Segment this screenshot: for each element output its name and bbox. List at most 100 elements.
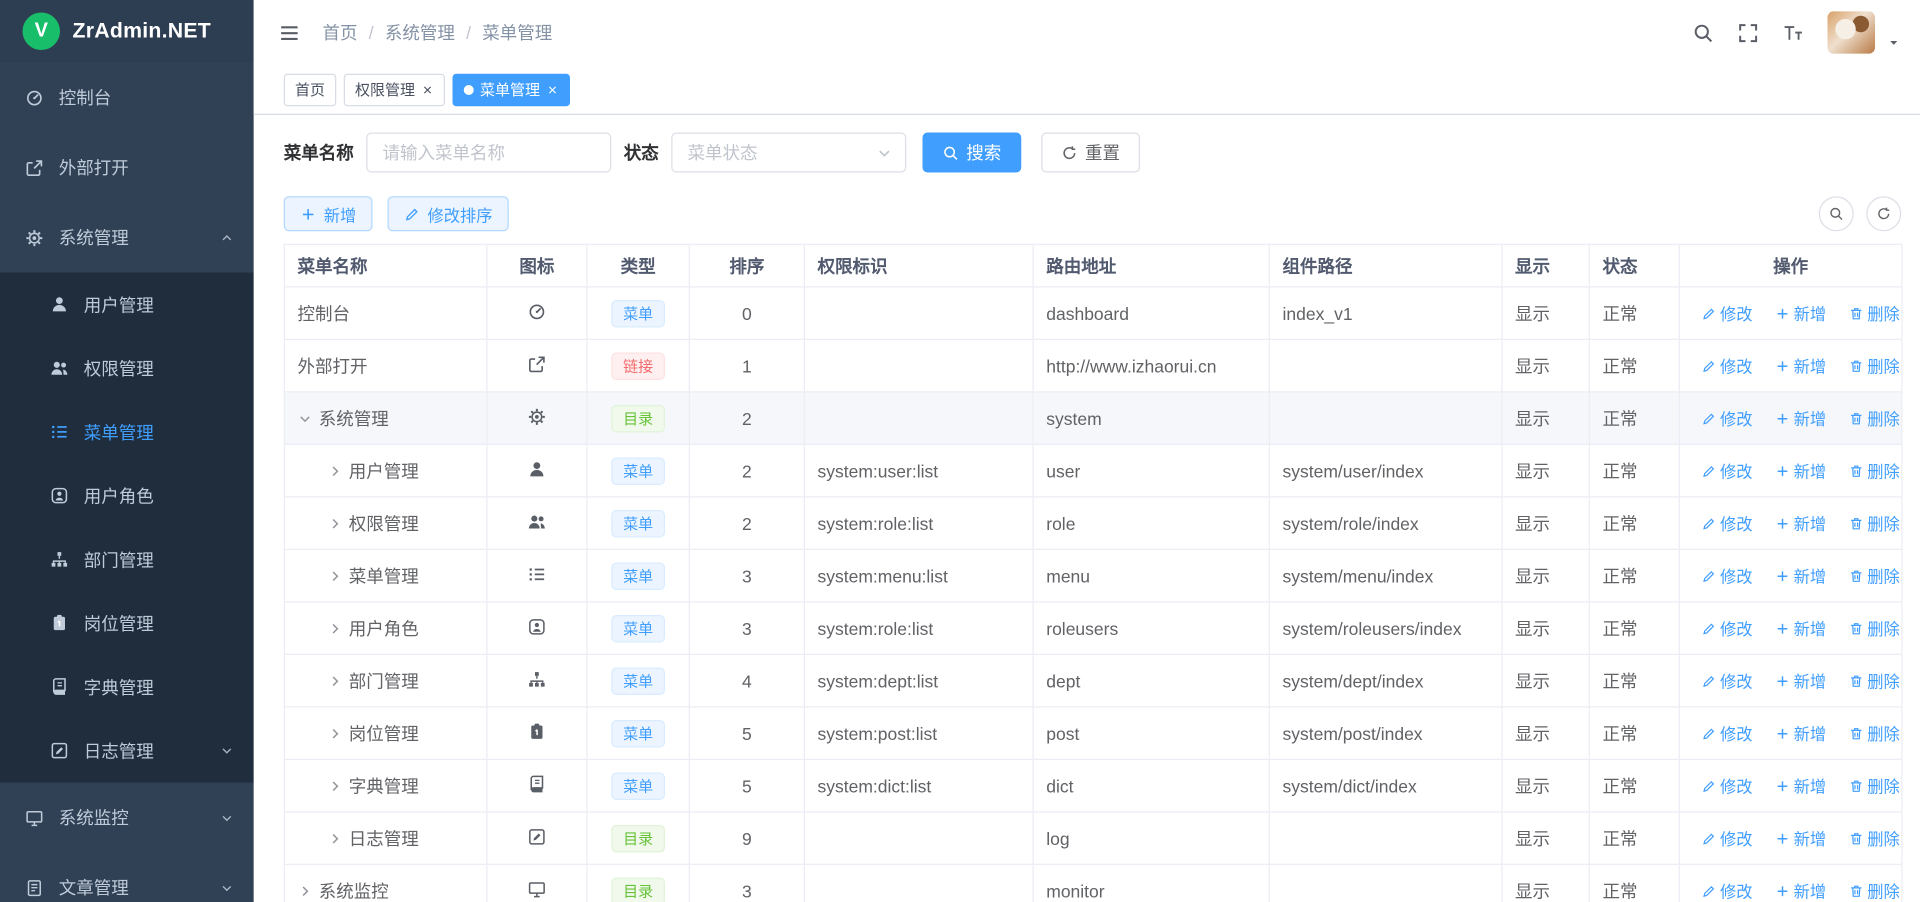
sidebar-item-9[interactable]: 字典管理 xyxy=(0,655,254,719)
toggle-search-button[interactable] xyxy=(1819,196,1854,231)
edit-row-button[interactable]: 修改 xyxy=(1701,774,1752,798)
delete-row-button[interactable]: 删除 xyxy=(1849,774,1900,798)
user-avatar[interactable] xyxy=(1828,11,1876,54)
edit-row-button[interactable]: 修改 xyxy=(1701,721,1752,745)
add-row-button[interactable]: 新增 xyxy=(1775,354,1826,378)
sidebar-toggle-icon[interactable] xyxy=(279,22,300,43)
search-button[interactable]: 搜索 xyxy=(923,133,1022,173)
route-value: http://www.izhaorui.cn xyxy=(1033,339,1269,392)
breadcrumb-system[interactable]: 系统管理 xyxy=(358,20,455,45)
delete-row-button[interactable]: 删除 xyxy=(1849,669,1900,693)
sort-button[interactable]: 修改排序 xyxy=(388,196,509,231)
log-edit-icon xyxy=(528,827,547,846)
add-label: 新增 xyxy=(1794,406,1827,430)
delete-row-button[interactable]: 删除 xyxy=(1849,616,1900,640)
add-row-button[interactable]: 新增 xyxy=(1775,879,1826,902)
sidebar-item-2[interactable]: 系统管理 xyxy=(0,203,254,273)
app-logo[interactable]: V ZrAdmin.NET xyxy=(0,0,254,63)
chevron-right-icon[interactable] xyxy=(328,831,343,846)
status-select[interactable]: 菜单状态 xyxy=(671,133,906,173)
log-edit-icon xyxy=(50,741,69,760)
edit-row-button[interactable]: 修改 xyxy=(1701,301,1752,325)
edit-row-button[interactable]: 修改 xyxy=(1701,459,1752,483)
add-row-button[interactable]: 新增 xyxy=(1775,406,1826,430)
chevron-right-icon[interactable] xyxy=(328,568,343,583)
add-row-button[interactable]: 新增 xyxy=(1775,669,1826,693)
status-value: 正常 xyxy=(1589,497,1679,550)
close-tab-icon[interactable] xyxy=(421,83,434,96)
component-value: system/user/index xyxy=(1269,444,1502,497)
edit-row-button[interactable]: 修改 xyxy=(1701,354,1752,378)
edit-row-button[interactable]: 修改 xyxy=(1701,511,1752,535)
user-menu-caret-icon[interactable] xyxy=(1888,36,1901,49)
chevron-right-icon[interactable] xyxy=(328,621,343,636)
edit-row-button[interactable]: 修改 xyxy=(1701,406,1752,430)
sidebar-item-5[interactable]: 菜单管理 xyxy=(0,400,254,464)
add-row-button[interactable]: 新增 xyxy=(1775,774,1826,798)
add-row-button[interactable]: 新增 xyxy=(1775,721,1826,745)
refresh-table-button[interactable] xyxy=(1866,196,1901,231)
post-badge-icon xyxy=(528,722,547,741)
sidebar-item-12[interactable]: 文章管理 xyxy=(0,853,254,902)
close-tab-icon[interactable] xyxy=(546,83,559,96)
edit-icon xyxy=(1701,358,1716,373)
perm-value xyxy=(804,812,1033,865)
font-size-icon[interactable] xyxy=(1783,22,1804,43)
menu-table: 菜单名称 图标 类型 排序 权限标识 路由地址 组件路径 显示 状态 操作 xyxy=(284,244,1903,902)
sidebar-item-6[interactable]: 用户角色 xyxy=(0,464,254,528)
breadcrumb-home[interactable]: 首页 xyxy=(323,20,358,45)
fullscreen-icon[interactable] xyxy=(1738,22,1759,43)
chevron-right-icon[interactable] xyxy=(328,778,343,793)
sidebar-item-10[interactable]: 日志管理 xyxy=(0,719,254,783)
delete-row-button[interactable]: 删除 xyxy=(1849,459,1900,483)
delete-row-button[interactable]: 删除 xyxy=(1849,721,1900,745)
chevron-right-icon[interactable] xyxy=(328,463,343,478)
edit-row-button[interactable]: 修改 xyxy=(1701,616,1752,640)
chevron-down-icon[interactable] xyxy=(298,411,313,426)
edit-row-button[interactable]: 修改 xyxy=(1701,669,1752,693)
edit-label: 修改 xyxy=(1720,511,1753,535)
add-row-button[interactable]: 新增 xyxy=(1775,459,1826,483)
delete-row-button[interactable]: 删除 xyxy=(1849,826,1900,850)
delete-row-button[interactable]: 删除 xyxy=(1849,879,1900,902)
menu-name-input[interactable] xyxy=(366,133,611,173)
add-row-button[interactable]: 新增 xyxy=(1775,511,1826,535)
reset-button[interactable]: 重置 xyxy=(1041,133,1140,173)
status-label: 状态 xyxy=(624,140,659,165)
delete-row-button[interactable]: 删除 xyxy=(1849,354,1900,378)
trash-icon xyxy=(1849,831,1864,846)
chevron-right-icon[interactable] xyxy=(328,726,343,741)
delete-row-button[interactable]: 删除 xyxy=(1849,406,1900,430)
chevron-right-icon[interactable] xyxy=(328,673,343,688)
chevron-right-icon[interactable] xyxy=(328,516,343,531)
sidebar-item-3[interactable]: 用户管理 xyxy=(0,273,254,337)
tab-item-0[interactable]: 首页 xyxy=(284,73,337,106)
tab-label: 菜单管理 xyxy=(480,79,540,100)
sidebar-item-4[interactable]: 权限管理 xyxy=(0,336,254,400)
sidebar-item-label: 外部打开 xyxy=(59,155,129,180)
add-row-button[interactable]: 新增 xyxy=(1775,564,1826,588)
sidebar-item-0[interactable]: 控制台 xyxy=(0,63,254,133)
tab-item-1[interactable]: 权限管理 xyxy=(344,73,445,106)
header-search-icon[interactable] xyxy=(1693,22,1714,43)
add-row-button[interactable]: 新增 xyxy=(1775,826,1826,850)
edit-row-button[interactable]: 修改 xyxy=(1701,879,1752,902)
delete-label: 删除 xyxy=(1867,879,1900,902)
delete-row-button[interactable]: 删除 xyxy=(1849,301,1900,325)
order-value: 2 xyxy=(689,444,804,497)
add-button[interactable]: 新增 xyxy=(284,196,373,231)
sidebar-item-1[interactable]: 外部打开 xyxy=(0,133,254,203)
col-menu-name: 菜单名称 xyxy=(284,244,487,287)
add-row-button[interactable]: 新增 xyxy=(1775,616,1826,640)
add-row-button[interactable]: 新增 xyxy=(1775,301,1826,325)
chevron-right-icon[interactable] xyxy=(298,883,313,898)
route-value: dashboard xyxy=(1033,287,1269,340)
edit-row-button[interactable]: 修改 xyxy=(1701,826,1752,850)
edit-row-button[interactable]: 修改 xyxy=(1701,564,1752,588)
delete-row-button[interactable]: 删除 xyxy=(1849,511,1900,535)
sidebar-item-7[interactable]: 部门管理 xyxy=(0,528,254,592)
sidebar-item-11[interactable]: 系统监控 xyxy=(0,783,254,853)
sidebar-item-8[interactable]: 岗位管理 xyxy=(0,591,254,655)
delete-row-button[interactable]: 删除 xyxy=(1849,564,1900,588)
tab-item-2[interactable]: 菜单管理 xyxy=(453,73,571,106)
